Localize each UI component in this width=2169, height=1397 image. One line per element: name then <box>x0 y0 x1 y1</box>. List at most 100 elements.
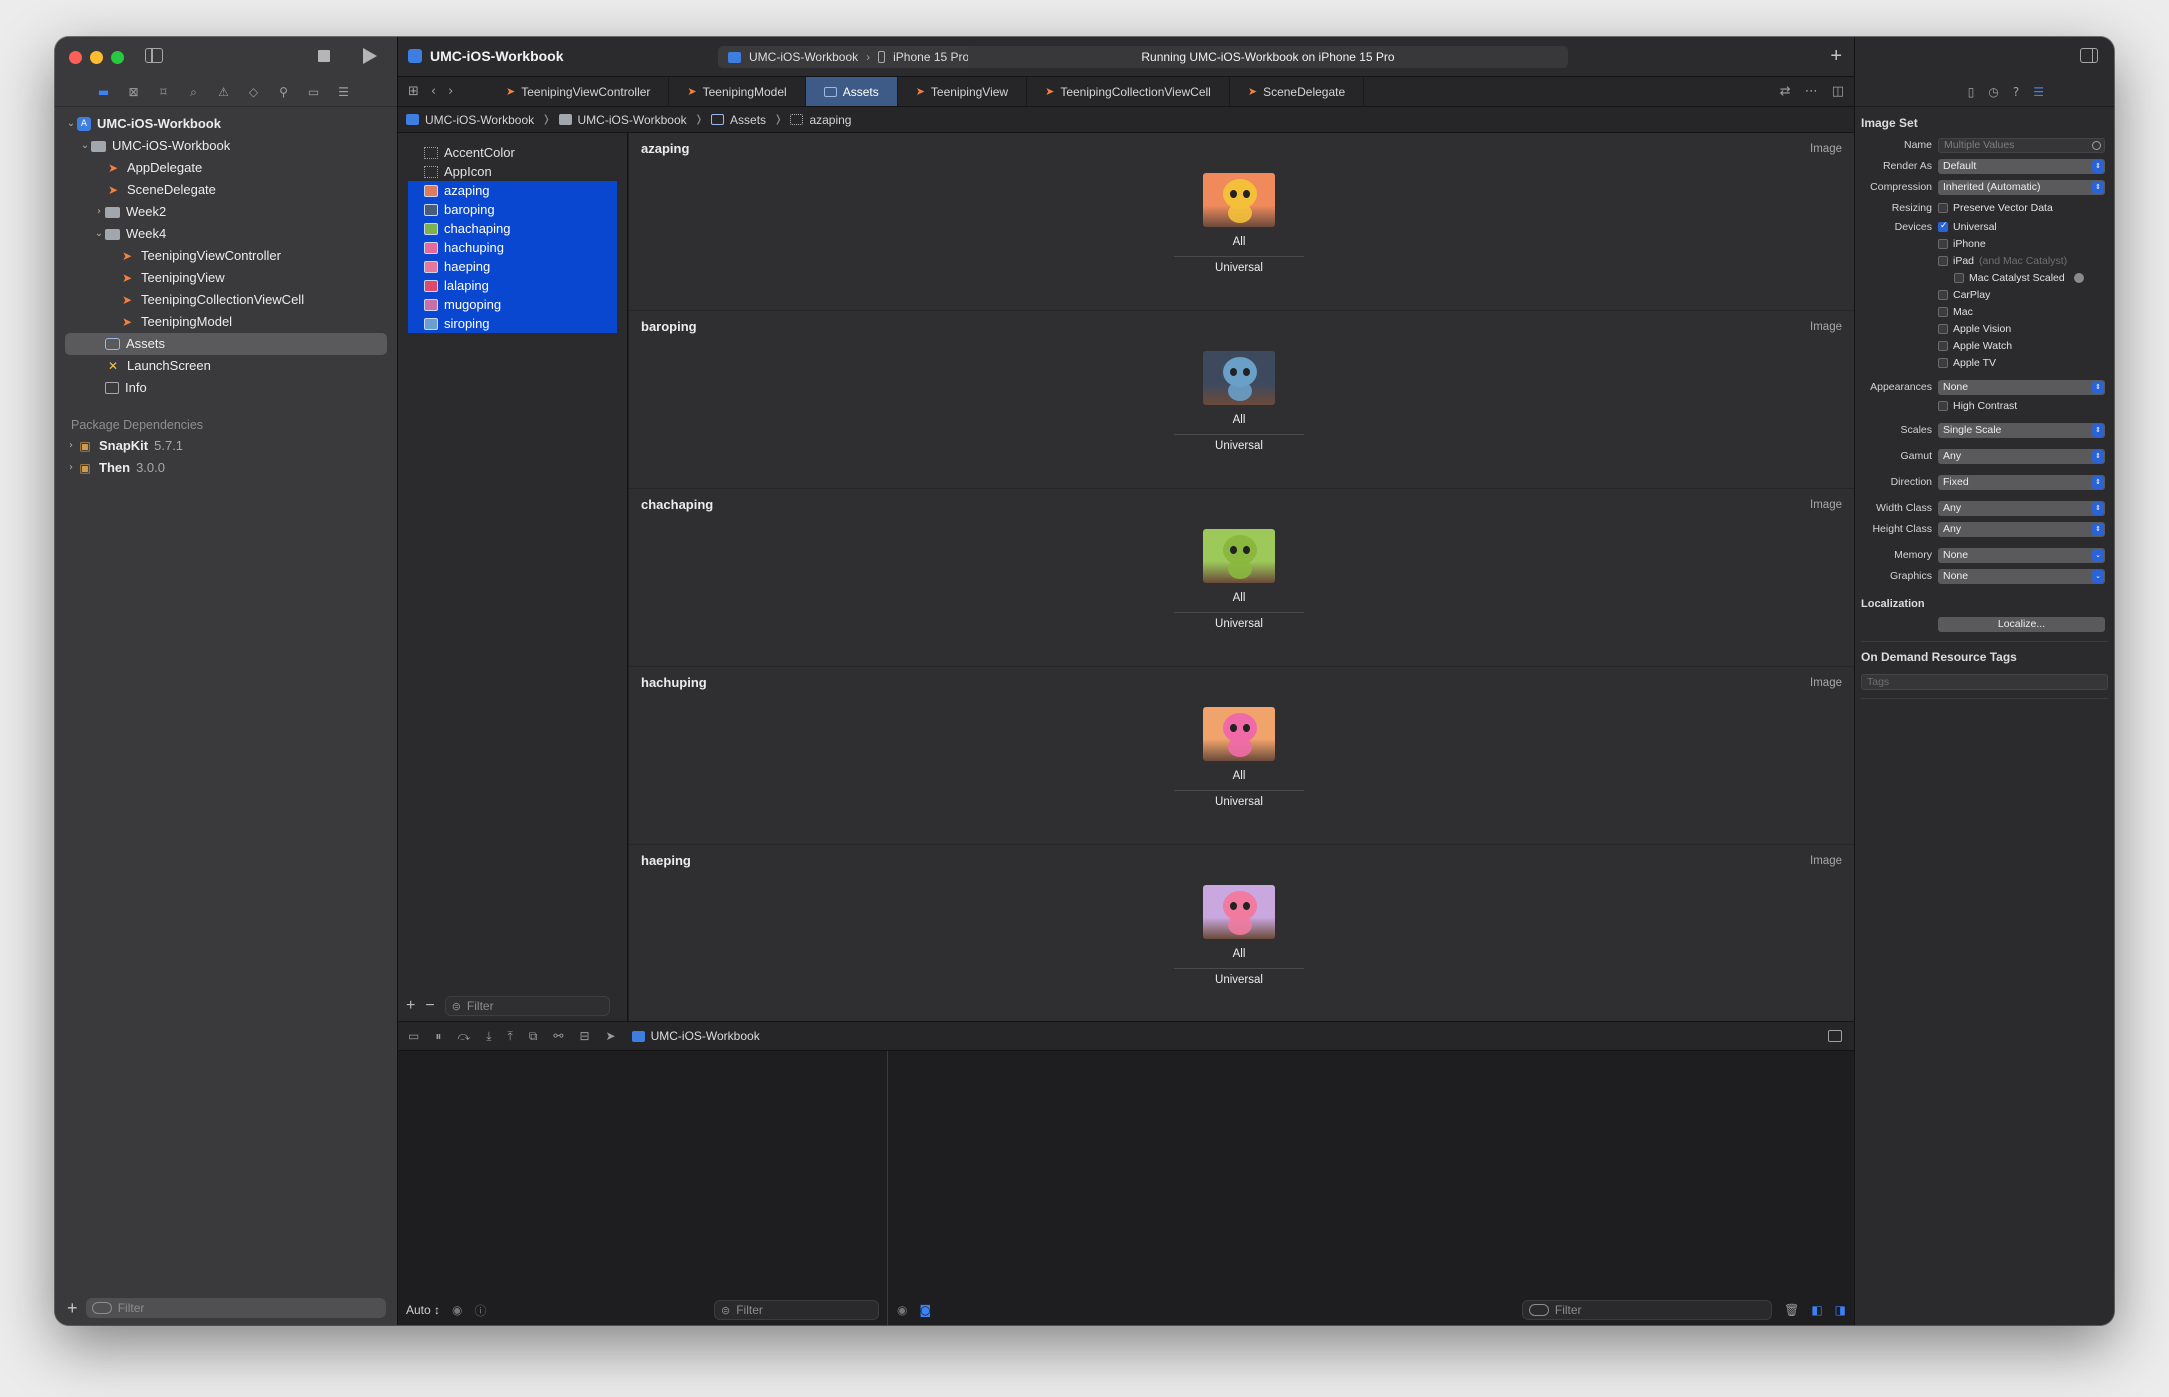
breakpoint-nav-icon[interactable]: ▭ <box>305 85 322 99</box>
chevron-down-icon[interactable]: ⌄ <box>93 223 105 245</box>
debug-nav-icon[interactable]: ⚲ <box>275 85 292 99</box>
chevron-right-icon[interactable]: › <box>65 457 77 479</box>
gamut-popup[interactable]: Any ⇕ <box>1938 448 2105 464</box>
view-hierarchy-icon[interactable]: ⧉ <box>529 1029 538 1044</box>
info-icon[interactable] <box>2073 272 2084 283</box>
device-checkbox-apple-watch[interactable]: Apple Watch <box>1938 340 2108 352</box>
tab-assets[interactable]: Assets <box>805 77 898 106</box>
source-control-nav-icon[interactable]: ⊠ <box>125 85 142 99</box>
tree-item-week4[interactable]: ⌄ Week4 <box>55 223 397 245</box>
add-file-button[interactable]: + <box>67 1298 78 1319</box>
asset-item-haeping[interactable]: haeping <box>408 257 617 276</box>
tree-item-teenipingcollectionviewcell[interactable]: ➤ TeenipingCollectionViewCell <box>55 289 397 311</box>
issue-nav-icon[interactable]: ⚠ <box>215 85 232 99</box>
eye-icon[interactable]: ◉ <box>452 1303 462 1317</box>
split-editor-icon[interactable]: ◫ <box>1832 84 1844 99</box>
location-icon[interactable]: ➤ <box>606 1029 616 1043</box>
package-snapkit[interactable]: › ▣ SnapKit 5.7.1 <box>55 435 397 457</box>
width-class-popup[interactable]: Any ⇕ <box>1938 500 2105 516</box>
related-items-icon[interactable]: ⇄ <box>1780 84 1791 99</box>
asset-item-siroping[interactable]: siroping <box>408 314 617 333</box>
device-checkbox-iphone[interactable]: iPhone <box>1938 238 2108 250</box>
package-then[interactable]: › ▣ Then 3.0.0 <box>55 457 397 479</box>
image-well[interactable] <box>1203 173 1275 227</box>
image-well[interactable] <box>1203 351 1275 405</box>
asset-item-azaping[interactable]: azaping <box>408 181 617 200</box>
step-out-icon[interactable]: ⤒ <box>508 1029 513 1044</box>
history-inspector-icon[interactable]: ◷ <box>1988 85 1998 99</box>
show-console-icon[interactable]: ◨ <box>1835 1303 1846 1317</box>
memory-popup[interactable]: None ⌄ <box>1938 547 2105 563</box>
inspector-toggle-icon[interactable] <box>2080 48 2098 63</box>
asset-item-accentcolor[interactable]: AccentColor <box>408 143 617 162</box>
chevron-down-icon[interactable]: ⌄ <box>79 135 91 157</box>
minimize-window-button[interactable] <box>90 51 103 64</box>
device-checkbox-apple-vision[interactable]: Apple Vision <box>1938 323 2108 335</box>
attributes-inspector-icon[interactable]: ☰ <box>2033 85 2044 99</box>
tab-scenedelegate[interactable]: ➤ SceneDelegate <box>1230 77 1365 106</box>
tags-field[interactable]: Tags <box>1861 674 2108 690</box>
tree-item-teenipingmodel[interactable]: ➤ TeenipingModel <box>55 311 397 333</box>
scales-popup[interactable]: Single Scale ⇕ <box>1938 422 2105 438</box>
grid-icon[interactable]: ⊞ <box>408 84 419 99</box>
jumpbar-segment[interactable]: UMC-iOS-Workbook <box>406 113 534 127</box>
image-well[interactable] <box>1203 885 1275 939</box>
asset-item-hachuping[interactable]: hachuping <box>408 238 617 257</box>
test-nav-icon[interactable]: ◇ <box>245 85 262 99</box>
auto-selector[interactable]: Auto ↕ <box>406 1303 440 1317</box>
render-as-popup[interactable]: Default ⇕ <box>1938 158 2105 174</box>
run-button[interactable] <box>363 48 377 64</box>
trash-icon[interactable]: 🗑 <box>1784 1303 1799 1317</box>
variables-filter-input[interactable] <box>736 1303 872 1317</box>
variables-filter[interactable]: ⊜ <box>714 1300 879 1320</box>
eye-icon[interactable]: ◉ <box>897 1303 907 1317</box>
tab-teenipingview[interactable]: ➤ TeenipingView <box>898 77 1028 106</box>
tree-item-teenipingviewcontroller[interactable]: ➤ TeenipingViewController <box>55 245 397 267</box>
asset-filter[interactable]: ⊜ <box>444 996 610 1016</box>
device-checkbox-ipad[interactable]: iPad (and Mac Catalyst) <box>1938 255 2108 267</box>
clear-icon[interactable] <box>2092 140 2101 150</box>
pause-icon[interactable]: ⏸ <box>435 1029 441 1044</box>
image-well[interactable] <box>1203 529 1275 583</box>
chevron-right-icon[interactable]: › <box>93 201 105 223</box>
tree-item-launchscreen[interactable]: ✕ LaunchScreen <box>55 355 397 377</box>
folder-nav-icon[interactable]: ▬ <box>95 85 112 99</box>
memory-graph-icon[interactable]: ⚯ <box>553 1029 563 1043</box>
chevron-down-icon[interactable]: ⌄ <box>65 113 77 135</box>
device-checkbox-mac[interactable]: Mac <box>1938 306 2108 318</box>
appearances-popup[interactable]: None ⇕ <box>1938 379 2105 395</box>
name-field[interactable]: Multiple Values <box>1938 137 2105 153</box>
tree-item-assets[interactable]: Assets <box>65 333 387 355</box>
asset-filter-input[interactable] <box>466 999 603 1013</box>
direction-popup[interactable]: Fixed ⇕ <box>1938 474 2105 490</box>
stop-button[interactable] <box>318 50 330 62</box>
tree-item-umc-ios-workbook[interactable]: ⌄ A UMC-iOS-Workbook <box>55 113 397 135</box>
asset-item-chachaping[interactable]: chachaping <box>408 219 617 238</box>
graphics-popup[interactable]: None ⌄ <box>1938 568 2105 584</box>
compression-popup[interactable]: Inherited (Automatic) ⇕ <box>1938 179 2105 195</box>
file-inspector-icon[interactable]: ▯ <box>1968 85 1975 99</box>
add-asset-button[interactable]: + <box>406 997 415 1015</box>
device-checkbox-apple-tv[interactable]: Apple TV <box>1938 357 2108 369</box>
sidebar-toggle-icon[interactable] <box>145 48 163 63</box>
tab-teenipingmodel[interactable]: ➤ TeenipingModel <box>669 77 806 106</box>
close-window-button[interactable] <box>69 51 82 64</box>
image-well[interactable] <box>1203 707 1275 761</box>
more-options-icon[interactable]: ⋯ <box>1805 84 1818 99</box>
step-over-icon[interactable]: ⤼ <box>457 1029 470 1044</box>
chevron-right-icon[interactable]: › <box>65 435 77 457</box>
remove-asset-button[interactable]: − <box>425 997 434 1015</box>
console-layout-icon[interactable] <box>1828 1030 1842 1042</box>
forward-icon[interactable]: › <box>448 84 453 99</box>
asset-item-appicon[interactable]: AppIcon <box>408 162 617 181</box>
jumpbar-segment[interactable]: azaping <box>790 113 851 127</box>
help-inspector-icon[interactable]: ? <box>2013 85 2019 99</box>
back-icon[interactable]: ‹ <box>431 84 436 99</box>
hide-debug-icon[interactable]: ▭ <box>408 1029 419 1043</box>
preserve-vector-checkbox[interactable]: Preserve Vector Data <box>1938 202 2108 214</box>
bookmark-nav-icon[interactable]: ⌑ <box>155 85 172 99</box>
report-nav-icon[interactable]: ☰ <box>335 85 352 99</box>
jumpbar-segment[interactable]: Assets <box>711 113 766 127</box>
find-nav-icon[interactable]: ⌕ <box>185 85 202 99</box>
console-filter-input[interactable] <box>1554 1303 1766 1317</box>
